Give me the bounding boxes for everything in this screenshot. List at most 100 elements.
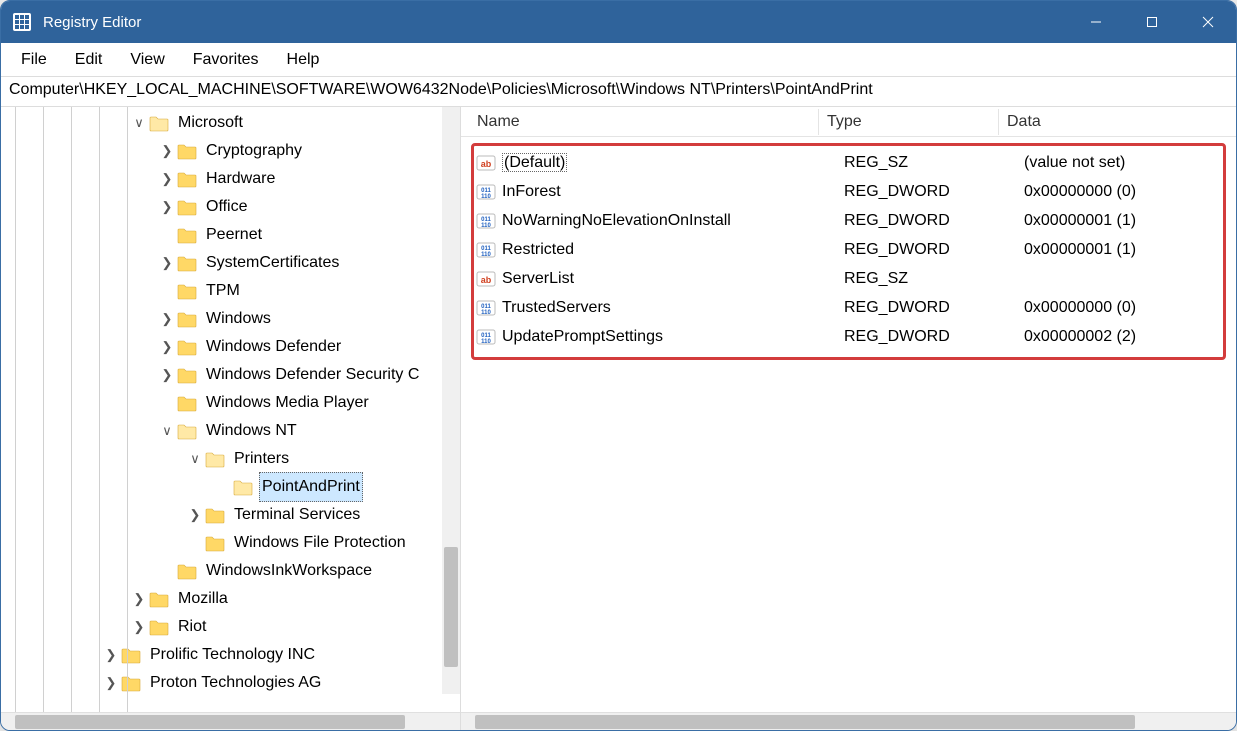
tree-item-hardware[interactable]: ❯ Hardware — [1, 165, 460, 193]
tree-item-peernet[interactable]: .Peernet — [1, 221, 460, 249]
tree-item-windef[interactable]: ❯Windows Defender — [1, 333, 460, 361]
value-type: REG_SZ — [844, 154, 1024, 172]
menu-file[interactable]: File — [7, 47, 61, 73]
tree-item-prolific[interactable]: ❯ Prolific Technology INC — [1, 641, 460, 669]
registry-tree[interactable]: ∨Microsoft❯Cryptography❯Hardware❯Office.… — [1, 107, 460, 712]
chevron-down-icon[interactable]: ∨ — [159, 417, 175, 445]
address-bar[interactable]: Computer\HKEY_LOCAL_MACHINE\SOFTWARE\WOW… — [1, 77, 1236, 107]
close-button[interactable] — [1180, 1, 1236, 43]
chevron-right-icon[interactable]: ❯ — [103, 669, 119, 697]
tree-label: Printers — [231, 445, 292, 473]
tree-label: PointAndPrint — [259, 472, 363, 502]
chevron-right-icon[interactable]: ❯ — [159, 249, 175, 277]
values-list[interactable]: ab(Default)REG_SZ(value not set)011110In… — [476, 148, 1219, 351]
menu-view[interactable]: View — [116, 47, 178, 73]
chevron-right-icon[interactable]: ❯ — [103, 641, 119, 669]
window-title: Registry Editor — [43, 14, 1068, 31]
tree-label: Microsoft — [175, 109, 246, 137]
value-row[interactable]: 011110RestrictedREG_DWORD0x00000001 (1) — [476, 235, 1219, 264]
col-type[interactable]: Type — [819, 109, 999, 135]
tree-label: Proton Technologies AG — [147, 669, 324, 697]
value-data: 0x00000001 (1) — [1024, 212, 1219, 230]
value-type: REG_DWORD — [844, 241, 1024, 259]
value-name: ServerList — [500, 270, 844, 288]
tree-item-office[interactable]: ❯Office — [1, 193, 460, 221]
tree-label: SystemCertificates — [203, 249, 342, 277]
tree-label: TPM — [203, 277, 243, 305]
tree-label: Windows — [203, 305, 274, 333]
svg-text:110: 110 — [481, 339, 491, 345]
regedit-icon — [11, 11, 33, 33]
tree-item-syscert[interactable]: ❯ SystemCertificates — [1, 249, 460, 277]
value-type: REG_SZ — [844, 270, 1024, 288]
tree-label: WindowsInkWorkspace — [203, 557, 375, 585]
value-row[interactable]: ab(Default)REG_SZ(value not set) — [476, 148, 1219, 177]
col-data[interactable]: Data — [999, 109, 1236, 135]
chevron-right-icon[interactable]: ❯ — [187, 501, 203, 529]
value-data: 0x00000001 (1) — [1024, 241, 1219, 259]
tree-item-proton[interactable]: ❯ Proton Technologies AG — [1, 669, 460, 697]
menu-help[interactable]: Help — [273, 47, 334, 73]
tree-item-wfp[interactable]: . Windows File Protection — [1, 529, 460, 557]
titlebar[interactable]: Registry Editor — [1, 1, 1236, 43]
tree-item-termserv[interactable]: ❯Terminal Services — [1, 501, 460, 529]
column-headers[interactable]: Name Type Data — [461, 107, 1236, 137]
tree-label: Hardware — [203, 165, 278, 193]
value-row[interactable]: 011110TrustedServersREG_DWORD0x00000000 … — [476, 293, 1219, 322]
minimize-button[interactable] — [1068, 1, 1124, 43]
tree-item-winnt[interactable]: ∨ Windows NT — [1, 417, 460, 445]
chevron-right-icon[interactable]: ❯ — [159, 305, 175, 333]
tree-pane: ∨Microsoft❯Cryptography❯Hardware❯Office.… — [1, 107, 461, 730]
value-row[interactable]: 011110NoWarningNoElevationOnInstallREG_D… — [476, 206, 1219, 235]
tree-item-tpm[interactable]: .TPM — [1, 277, 460, 305]
tree-spacer: . — [159, 557, 175, 585]
svg-text:ab: ab — [481, 275, 492, 285]
tree-label: Peernet — [203, 221, 265, 249]
value-row[interactable]: 011110UpdatePromptSettingsREG_DWORD0x000… — [476, 322, 1219, 351]
chevron-right-icon[interactable]: ❯ — [131, 585, 147, 613]
tree-label: Riot — [175, 613, 209, 641]
tree-spacer: . — [187, 529, 203, 557]
tree-item-microsoft[interactable]: ∨ Microsoft — [1, 109, 460, 137]
annotation-highlight: ab(Default)REG_SZ(value not set)011110In… — [471, 143, 1226, 360]
svg-text:110: 110 — [481, 310, 491, 316]
tree-label: Windows File Protection — [231, 529, 409, 557]
tree-item-riot[interactable]: ❯ Riot — [1, 613, 460, 641]
chevron-right-icon[interactable]: ❯ — [159, 361, 175, 389]
maximize-button[interactable] — [1124, 1, 1180, 43]
tree-label: Windows NT — [203, 417, 300, 445]
value-data: 0x00000000 (0) — [1024, 299, 1219, 317]
menu-favorites[interactable]: Favorites — [179, 47, 273, 73]
chevron-right-icon[interactable]: ❯ — [159, 193, 175, 221]
svg-text:110: 110 — [481, 223, 491, 229]
tree-label: Cryptography — [203, 137, 305, 165]
value-row[interactable]: 011110InForestREG_DWORD0x00000000 (0) — [476, 177, 1219, 206]
value-name: NoWarningNoElevationOnInstall — [500, 212, 844, 230]
chevron-right-icon[interactable]: ❯ — [159, 137, 175, 165]
value-name: TrustedServers — [500, 299, 844, 317]
tree-item-cryptography[interactable]: ❯ Cryptography — [1, 137, 460, 165]
tree-label: Windows Media Player — [203, 389, 372, 417]
tree-item-wmp[interactable]: .Windows Media Player — [1, 389, 460, 417]
chevron-down-icon[interactable]: ∨ — [131, 109, 147, 137]
chevron-right-icon[interactable]: ❯ — [131, 613, 147, 641]
tree-item-printers[interactable]: ∨ Printers — [1, 445, 460, 473]
chevron-right-icon[interactable]: ❯ — [159, 333, 175, 361]
value-row[interactable]: ab ServerListREG_SZ — [476, 264, 1219, 293]
tree-label: Prolific Technology INC — [147, 641, 318, 669]
tree-item-winkws[interactable]: . WindowsInkWorkspace — [1, 557, 460, 585]
tree-item-windows[interactable]: ❯ Windows — [1, 305, 460, 333]
tree-hscrollbar[interactable] — [1, 712, 460, 730]
tree-item-windefsec[interactable]: ❯Windows Defender Security C — [1, 361, 460, 389]
value-data: 0x00000002 (2) — [1024, 328, 1219, 346]
values-pane: Name Type Data ab(Default)REG_SZ(value n… — [461, 107, 1236, 730]
value-name: Restricted — [500, 241, 844, 259]
tree-item-mozilla[interactable]: ❯Mozilla — [1, 585, 460, 613]
chevron-right-icon[interactable]: ❯ — [159, 165, 175, 193]
menu-edit[interactable]: Edit — [61, 47, 117, 73]
tree-vscrollbar[interactable] — [442, 107, 460, 694]
chevron-down-icon[interactable]: ∨ — [187, 445, 203, 473]
tree-item-pap[interactable]: .PointAndPrint — [1, 473, 460, 501]
col-name[interactable]: Name — [469, 109, 819, 135]
values-hscrollbar[interactable] — [461, 712, 1236, 730]
